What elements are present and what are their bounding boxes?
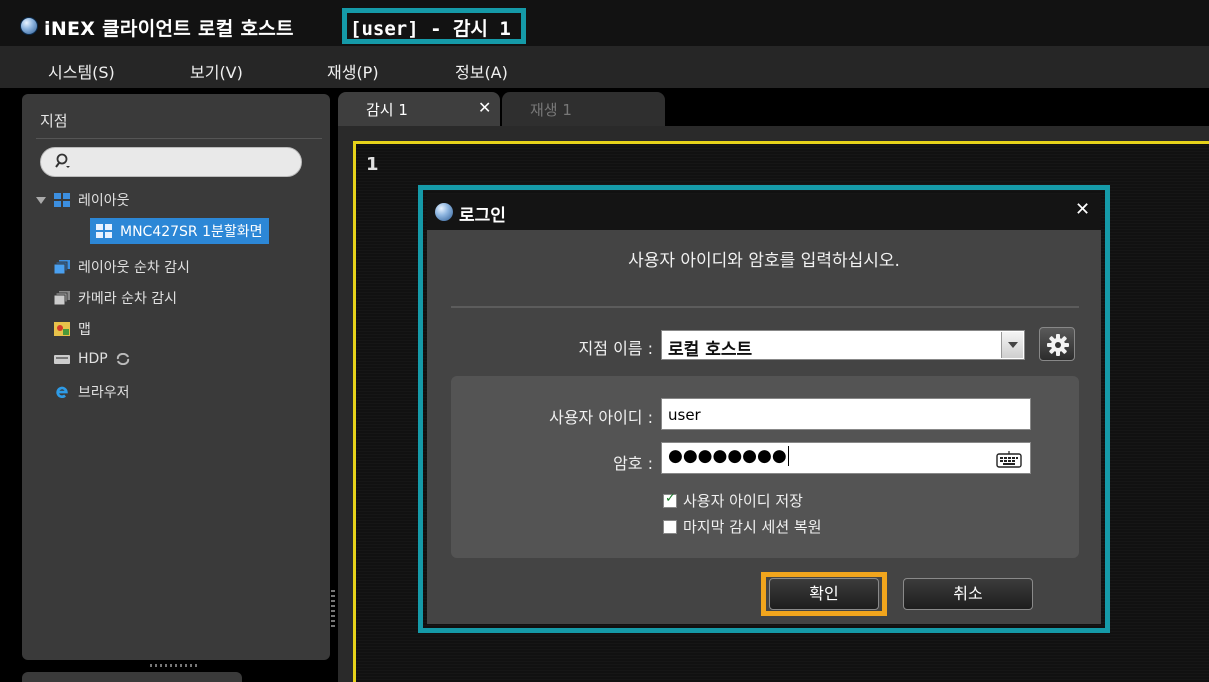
menu-system[interactable]: 시스템(S) <box>48 59 115 83</box>
dialog-title: 로그인 <box>459 206 506 226</box>
browser-e-icon <box>56 386 68 399</box>
tree-item-camera-sequence[interactable]: 카메라 순차 감시 <box>54 288 177 308</box>
login-dialog: 로그인 ✕ 사용자 아이디와 암호를 입력하십시오. 지점 이름 : 로컬 호스… <box>427 194 1101 624</box>
tree-label-layout-child: MNC427SR 1분할화면 <box>120 224 263 240</box>
ok-button[interactable]: 확인 <box>769 578 879 610</box>
sidebar-bottom-splitter-handle[interactable] <box>150 664 200 667</box>
tree-label-layout: 레이아웃 <box>78 193 130 209</box>
camera-sequence-icon <box>54 291 70 305</box>
tree-label-browser: 브라우저 <box>78 385 130 401</box>
cancel-button[interactable]: 취소 <box>903 578 1033 610</box>
text-cursor <box>787 446 789 466</box>
dialog-close-icon[interactable]: ✕ <box>1075 199 1090 220</box>
dialog-message: 사용자 아이디와 암호를 입력하십시오. <box>628 251 900 271</box>
hdp-device-icon <box>54 355 70 364</box>
active-session-title: [user] - 감시 1 <box>350 18 511 40</box>
site-name-label: 지점 이름 : <box>578 339 653 358</box>
tree-label-hdp: HDP <box>78 351 108 367</box>
save-user-id-checkbox[interactable] <box>663 491 677 508</box>
password-mask: ●●●●●●●● <box>668 446 787 466</box>
password-label: 암호 : <box>613 454 653 473</box>
password-input[interactable]: ●●●●●●●● <box>661 442 1031 474</box>
map-icon <box>54 322 70 336</box>
sidebar-bottom-panel <box>22 672 242 682</box>
tree-item-browser[interactable]: 브라우저 <box>54 382 130 402</box>
layout-grid-icon <box>54 193 70 207</box>
tab-monitor-1-label: 감시 1 <box>366 101 408 119</box>
refresh-icon[interactable] <box>116 353 130 365</box>
sidebar-splitter-handle[interactable] <box>331 590 335 630</box>
sidebar-divider <box>36 138 322 139</box>
menu-bar: 시스템(S) 보기(V) 재생(P) 정보(A) <box>0 46 1209 88</box>
restore-session-option[interactable]: 마지막 감시 세션 복원 <box>663 516 822 537</box>
sidebar-title: 지점 <box>40 112 68 130</box>
menu-view[interactable]: 보기(V) <box>190 59 243 83</box>
site-settings-button[interactable] <box>1039 327 1075 361</box>
user-id-input[interactable]: user <box>661 398 1031 430</box>
tree-item-hdp[interactable]: HDP <box>54 351 130 367</box>
layout-grid-icon <box>96 224 112 238</box>
close-icon[interactable]: ✕ <box>478 98 491 117</box>
chevron-down-icon[interactable] <box>1001 332 1023 358</box>
password-value: ●●●●●●●● <box>668 446 789 466</box>
app-globe-icon <box>20 17 38 35</box>
tree-item-map[interactable]: 맵 <box>54 319 91 339</box>
dialog-title-bar: 로그인 ✕ <box>427 194 1101 230</box>
search-icon <box>55 153 70 168</box>
collapse-caret-icon[interactable] <box>36 196 46 204</box>
tree-item-layout-sequence[interactable]: 레이아웃 순차 감시 <box>54 257 190 277</box>
title-bar: iNEX 클라이언트 로컬 호스트 [user] - 감시 1 <box>0 0 1209 46</box>
tree-label-camera-sequence: 카메라 순차 감시 <box>78 291 178 307</box>
tab-monitor-1[interactable]: 감시 1 ✕ <box>338 92 500 126</box>
restore-session-label: 마지막 감시 세션 복원 <box>683 518 822 536</box>
tab-playback-1[interactable]: 재생 1 <box>502 92 665 126</box>
tree-label-map: 맵 <box>78 322 91 338</box>
window-title: iNEX 클라이언트 로컬 호스트 <box>44 18 294 40</box>
dialog-divider <box>451 306 1079 308</box>
user-id-label: 사용자 아이디 : <box>549 408 653 427</box>
site-name-value: 로컬 호스트 <box>668 340 753 360</box>
gear-icon <box>1047 334 1069 356</box>
menu-playback[interactable]: 재생(P) <box>327 59 379 83</box>
layout-sequence-icon <box>54 260 70 274</box>
save-user-id-label: 사용자 아이디 저장 <box>683 492 803 510</box>
tree-label-layout-sequence: 레이아웃 순차 감시 <box>78 260 190 276</box>
tree-item-layout[interactable]: 레이아웃 <box>36 190 130 210</box>
save-user-id-option[interactable]: 사용자 아이디 저장 <box>663 490 803 511</box>
view-cell-number: 1 <box>366 154 379 175</box>
tree-item-layout-mnc427sr[interactable]: MNC427SR 1분할화면 <box>90 218 269 244</box>
tab-playback-1-label: 재생 1 <box>530 101 572 119</box>
menu-info[interactable]: 정보(A) <box>455 59 508 83</box>
site-name-select[interactable]: 로컬 호스트 <box>661 330 1025 360</box>
app-globe-icon <box>435 203 453 221</box>
site-search-input[interactable] <box>40 147 302 177</box>
restore-session-checkbox[interactable] <box>663 519 677 534</box>
virtual-keyboard-icon[interactable] <box>996 450 1022 468</box>
site-sidebar: 지점 레이아웃 MNC427SR 1분할화면 레이아웃 순차 감시 카메라 순차… <box>22 94 330 660</box>
user-id-value: user <box>668 406 701 424</box>
